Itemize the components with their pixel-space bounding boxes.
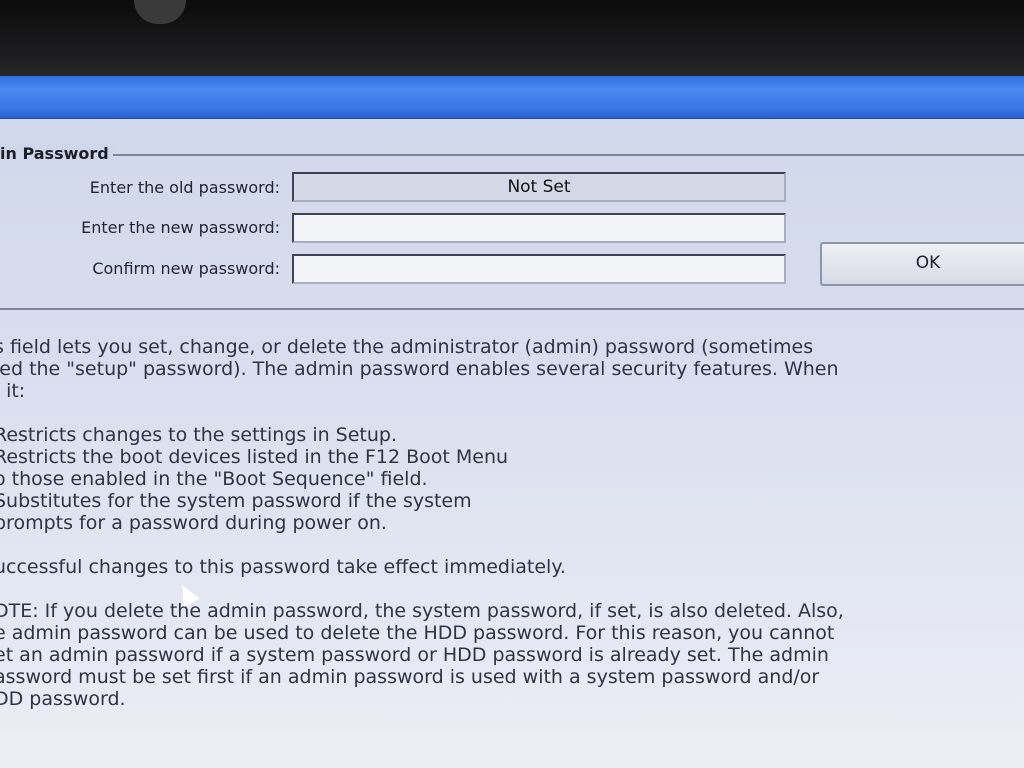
old-password-label: Enter the old password: [89,178,280,197]
confirm-password-label: Confirm new password: [92,259,280,278]
window-title-bar [0,76,1024,119]
confirm-password-field[interactable] [292,254,786,284]
help-intro-line: , it: [0,380,26,402]
confirm-password-row: Confirm new password: [0,255,280,283]
help-feature-line: o those enabled in the "Boot Sequence" f… [0,468,428,490]
new-password-field[interactable] [292,213,786,243]
new-password-row: Enter the new password: [0,214,280,242]
old-password-row: Enter the old password: [0,174,280,202]
help-intro-line: led the "setup" password). The admin pas… [0,358,839,380]
help-feature-line: Substitutes for the system password if t… [0,490,472,512]
help-note-line: assword must be set first if an admin pa… [0,666,820,688]
webcam-icon [134,0,186,24]
help-feature-line: Restricts the boot devices listed in the… [0,446,509,468]
group-title: in Password [0,144,113,163]
help-feature-line: prompts for a password during power on. [0,512,387,534]
admin-password-group: in Password Enter the old password: Not … [0,144,1024,310]
help-effect-line: uccessful changes to this password take … [0,556,566,578]
help-intro-line: s field lets you set, change, or delete … [0,336,814,358]
monitor-bezel [0,0,1024,80]
help-text: s field lets you set, change, or delete … [0,336,1024,710]
help-note-line: DTE: If you delete the admin password, t… [0,600,844,622]
help-feature-line: Restricts changes to the settings in Set… [0,424,398,446]
help-note-line: et an admin password if a system passwor… [0,644,829,666]
old-password-field[interactable]: Not Set [292,172,786,202]
ok-button[interactable]: OK [820,242,1024,286]
new-password-label: Enter the new password: [81,218,280,237]
help-note-line: e admin password can be used to delete t… [0,622,835,644]
bios-setup-screen: in Password Enter the old password: Not … [0,76,1024,768]
help-note-line: DD password. [0,688,126,710]
